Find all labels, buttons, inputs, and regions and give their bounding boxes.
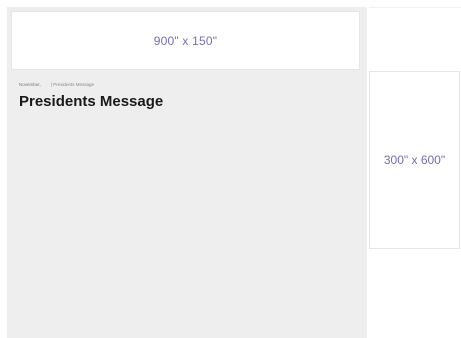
breadcrumb-current: | Presidents Message [50,82,94,87]
page-title: Presidents Message [19,93,164,110]
breadcrumb-date[interactable]: November, [19,82,41,87]
sidebar-divider [369,7,461,8]
sidebar-ad-placeholder[interactable]: 300" x 600" [369,71,460,249]
sidebar-ad-label: 300" x 600" [383,153,446,167]
banner-ad-label: 900" x 150" [153,33,218,48]
page: 900" x 150" 300" x 600" November, | Pres… [0,0,461,338]
banner-ad-placeholder[interactable]: 900" x 150" [11,11,360,70]
breadcrumb: November, | Presidents Message [19,82,94,87]
